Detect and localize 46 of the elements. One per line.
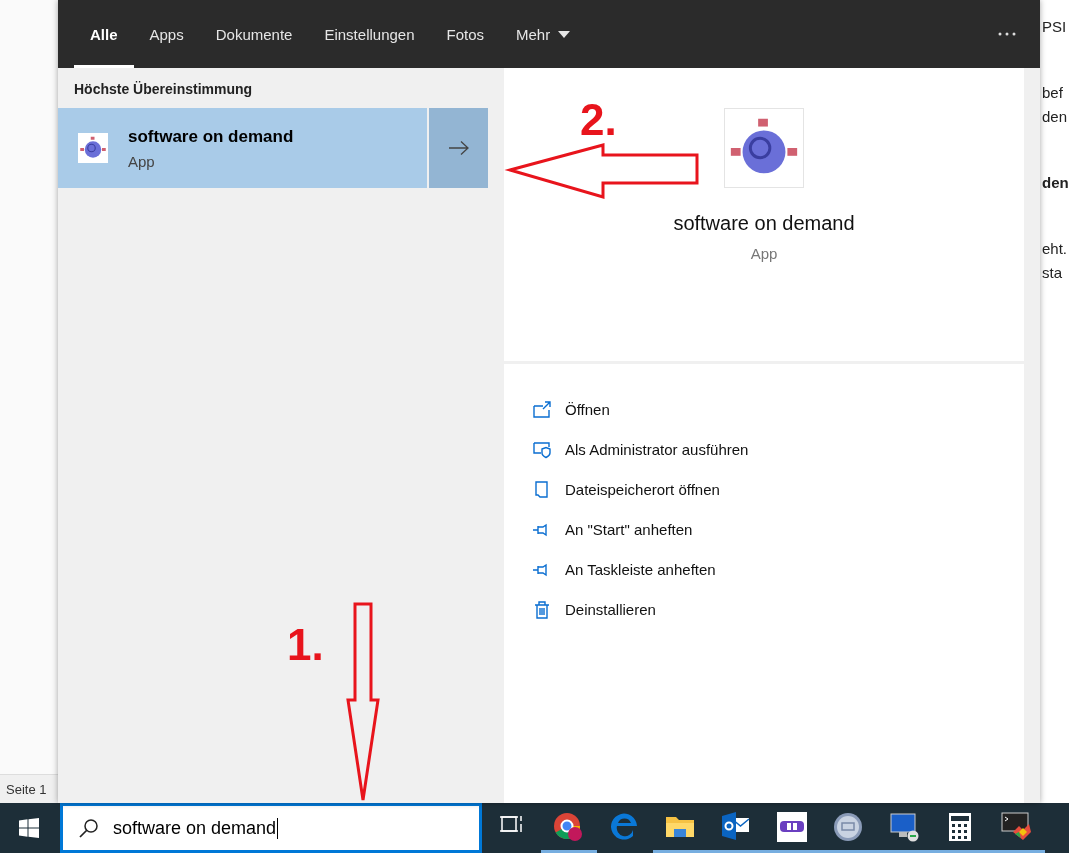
- tab[interactable]: Alle: [74, 0, 134, 68]
- section-heading: Höchste Übereinstimmung: [73, 80, 254, 99]
- search-result[interactable]: software on demand App: [58, 108, 427, 188]
- document-text: PSI: [1042, 17, 1068, 37]
- document-text: bef: [1042, 83, 1064, 103]
- document-text: den: [1042, 107, 1069, 127]
- shield-icon: [532, 439, 551, 459]
- action-item[interactable]: Dateispeicherort öffnen: [504, 469, 726, 509]
- action-item[interactable]: An "Start" anheften: [504, 509, 699, 549]
- trash-icon: [532, 599, 551, 619]
- tab[interactable]: Apps: [133, 0, 200, 68]
- action-item[interactable]: Als Administrator ausführen: [504, 429, 755, 469]
- app-icon: [78, 133, 108, 163]
- browser-icon: [553, 811, 585, 842]
- arrow-right-icon: [448, 141, 469, 155]
- document-text: sta: [1042, 263, 1063, 283]
- monitor-icon: [889, 811, 921, 842]
- tab[interactable]: Einstellungen: [308, 0, 431, 68]
- mail-icon: [722, 811, 752, 842]
- app-title: software on demand: [673, 212, 855, 235]
- windows-logo-icon: [19, 818, 39, 838]
- caret-icon: [558, 30, 571, 38]
- annotation-label: 1.: [287, 623, 324, 667]
- annotation-label: 2.: [580, 94, 618, 142]
- tab[interactable]: Dokumente: [199, 0, 309, 68]
- app-window-icon: [777, 811, 809, 842]
- result-title: software on demand: [128, 126, 294, 147]
- app-icon: [724, 108, 804, 188]
- action-item[interactable]: Öffnen: [504, 389, 616, 429]
- search-icon: [79, 818, 99, 838]
- app-type: App: [750, 245, 778, 262]
- folder-outline-icon: [532, 479, 551, 499]
- action-item[interactable]: An Taskleiste anheften: [504, 549, 722, 589]
- document-text: den: [1042, 173, 1069, 193]
- disc-icon: [833, 811, 865, 842]
- calculator-icon: [948, 812, 974, 841]
- terminal-icon: [1001, 811, 1033, 842]
- search-field[interactable]: software on demand: [60, 803, 482, 853]
- dropdown-tab[interactable]: Mehr: [500, 0, 587, 68]
- status-bar: Seite 1: [0, 774, 58, 803]
- document-text: eht.: [1042, 239, 1069, 259]
- action-item[interactable]: Deinstallieren: [504, 589, 662, 629]
- tab[interactable]: Fotos: [430, 0, 501, 68]
- result-type: App: [128, 152, 156, 170]
- ellipsis-icon: [998, 32, 1016, 36]
- open-window-icon: [532, 399, 551, 419]
